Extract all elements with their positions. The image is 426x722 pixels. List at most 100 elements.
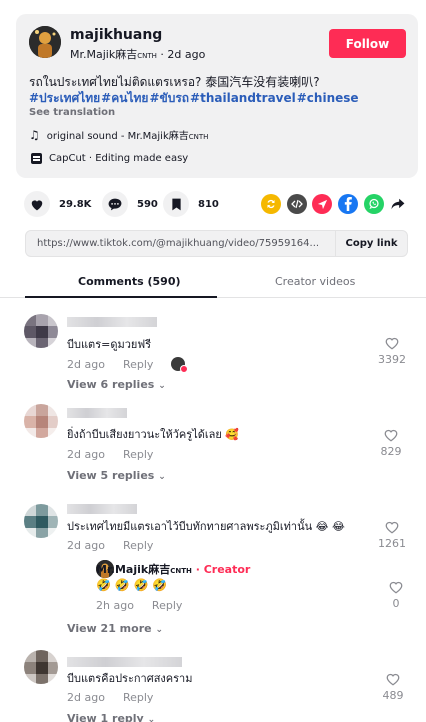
comment-text: ประเทศไทยมีแตรเอาไว้บีบทักทายศาลพระภูมิเ… [67, 520, 345, 533]
embed-icon[interactable] [287, 194, 307, 214]
author-handle[interactable]: Mr.Majik麻吉 [70, 48, 137, 61]
commenter-avatar[interactable] [24, 404, 58, 438]
view-replies-button[interactable]: View 6 replies ⌄ [67, 378, 166, 391]
creator-liked-avatar [171, 357, 189, 373]
reply-button[interactable]: Reply [152, 599, 182, 612]
author-subline: Mr.Majik麻吉CNTH · 2d ago [70, 48, 206, 61]
view-replies-button[interactable]: View 5 replies ⌄ [67, 469, 166, 482]
chevron-down-icon: ⌄ [155, 625, 163, 635]
author-handle-suffix: CNTH [137, 52, 157, 60]
comment-time: 2d ago [67, 539, 105, 552]
comment-time: 2d ago [67, 448, 105, 461]
reply-button[interactable]: Reply [123, 691, 153, 704]
copy-link-button[interactable]: Copy link [335, 231, 407, 256]
reply-time: 2h ago [96, 599, 134, 612]
author-avatar[interactable] [29, 26, 61, 58]
active-tab-indicator [25, 296, 217, 298]
view-more-replies-button[interactable]: View 21 more ⌄ [67, 622, 163, 635]
send-icon[interactable] [312, 194, 332, 214]
reply-like-count: 0 [392, 597, 400, 610]
tab-creator-videos[interactable]: Creator videos [275, 275, 355, 288]
comment-like-count: 3392 [378, 353, 406, 366]
comment-like[interactable]: 1261 [372, 520, 412, 550]
commenter-avatar[interactable] [24, 504, 58, 538]
reply-button[interactable]: Reply [123, 539, 153, 552]
reply-author-name[interactable]: Mr.Majik麻吉 [96, 563, 170, 576]
hashtag-link[interactable]: #ประเทศไทย [29, 91, 100, 105]
capcut-label: CapCut · Editing made easy [49, 152, 189, 164]
chevron-down-icon: ⌄ [158, 381, 166, 391]
comment-text: บีบแตรคือประกาศสงคราม [67, 672, 193, 685]
comment-meta: 2d ago Reply [67, 539, 153, 552]
commenter-name-blurred [67, 408, 127, 418]
heart-outline-icon [385, 337, 399, 350]
see-translation-link[interactable]: See translation [29, 107, 115, 118]
comment-meta: 2d ago Reply [67, 691, 153, 704]
comment-text: บีบแตร=ดูมวยฟรี [67, 338, 152, 351]
reply-author-line: Mr.Majik麻吉CNTH · Creator [96, 561, 250, 577]
hashtag-link[interactable]: #thailandtravel [190, 91, 296, 105]
save-count: 810 [198, 198, 219, 210]
capcut-icon [31, 152, 42, 164]
author-name[interactable]: majikhuang [70, 27, 162, 43]
heart-icon[interactable] [24, 191, 50, 217]
reply-meta: 2h ago Reply [96, 599, 182, 612]
commenter-avatar[interactable] [24, 650, 58, 684]
chevron-down-icon: ⌄ [158, 472, 166, 482]
commenter-avatar[interactable] [24, 314, 58, 348]
comment-icon[interactable] [102, 191, 128, 217]
video-info-card: majikhuang Mr.Majik麻吉CNTH · 2d ago Follo… [16, 14, 418, 178]
video-url-bar: https://www.tiktok.com/@majikhuang/video… [25, 230, 408, 257]
comment-like[interactable]: 3392 [372, 336, 412, 366]
comment-like[interactable]: 489 [378, 672, 408, 702]
capcut-anchor[interactable]: CapCut · Editing made easy [29, 149, 195, 167]
post-time: 2d ago [167, 48, 206, 61]
reply-like[interactable]: 0 [381, 580, 411, 610]
view-replies-label: View 5 replies [67, 469, 155, 482]
like-count: 29.8K [59, 198, 92, 210]
facebook-icon[interactable] [338, 194, 358, 214]
creator-label: · Creator [191, 563, 251, 576]
bookmark-icon[interactable] [163, 191, 189, 217]
comment-time: 2d ago [67, 691, 105, 704]
chevron-down-icon: ⌄ [147, 715, 156, 722]
comment-meta: 2d ago Reply [67, 448, 153, 461]
reply-button[interactable]: Reply [123, 358, 153, 371]
sound-title-suffix: CNTH [188, 133, 209, 141]
share-arrow-icon[interactable] [388, 194, 408, 214]
view-replies-label: View 1 reply [67, 712, 144, 722]
view-replies-label: View 6 replies [67, 378, 155, 391]
commenter-name-blurred [67, 504, 137, 514]
comment-like-count: 829 [380, 445, 402, 458]
heart-outline-icon [386, 673, 400, 686]
view-replies-label: View 21 more [67, 622, 152, 635]
whatsapp-icon[interactable] [364, 194, 384, 214]
sound-link[interactable]: ♫ original sound - Mr.Majik麻吉CNTH [29, 127, 209, 143]
comment-like[interactable]: 829 [376, 428, 406, 458]
save-action[interactable]: 810 [163, 191, 219, 217]
hashtag-link[interactable]: #chinese [297, 91, 359, 105]
comment-time: 2d ago [67, 357, 105, 371]
commenter-name-blurred [67, 317, 157, 327]
comment-tabs: Comments (590) Creator videos [0, 268, 426, 298]
video-url[interactable]: https://www.tiktok.com/@majikhuang/video… [37, 238, 327, 249]
reply-button[interactable]: Reply [123, 448, 153, 461]
repost-icon[interactable] [261, 194, 281, 214]
comment-count: 590 [137, 198, 158, 210]
reply-text: 🤣 🤣 🤣 🤣 [96, 578, 168, 592]
tab-comments[interactable]: Comments (590) [78, 275, 181, 288]
commenter-name-blurred [67, 657, 182, 667]
view-replies-button[interactable]: View 1 reply ⌄ [67, 712, 155, 722]
comment-action[interactable]: 590 [102, 191, 158, 217]
comment-like-count: 1261 [378, 537, 406, 550]
comment-meta: 2d ago Reply [67, 357, 189, 373]
heart-outline-icon [389, 581, 403, 594]
sound-title: original sound - Mr.Majik麻吉 [46, 131, 189, 142]
hashtag-link[interactable]: #ขับรถ [149, 91, 189, 105]
music-note-icon: ♫ [29, 127, 40, 142]
reply-author-suffix: CNTH [170, 567, 192, 575]
hashtag-link[interactable]: #คนไทย [101, 91, 148, 105]
like-action[interactable]: 29.8K [24, 191, 91, 217]
follow-button[interactable]: Follow [329, 29, 406, 58]
comment-like-count: 489 [382, 689, 404, 702]
